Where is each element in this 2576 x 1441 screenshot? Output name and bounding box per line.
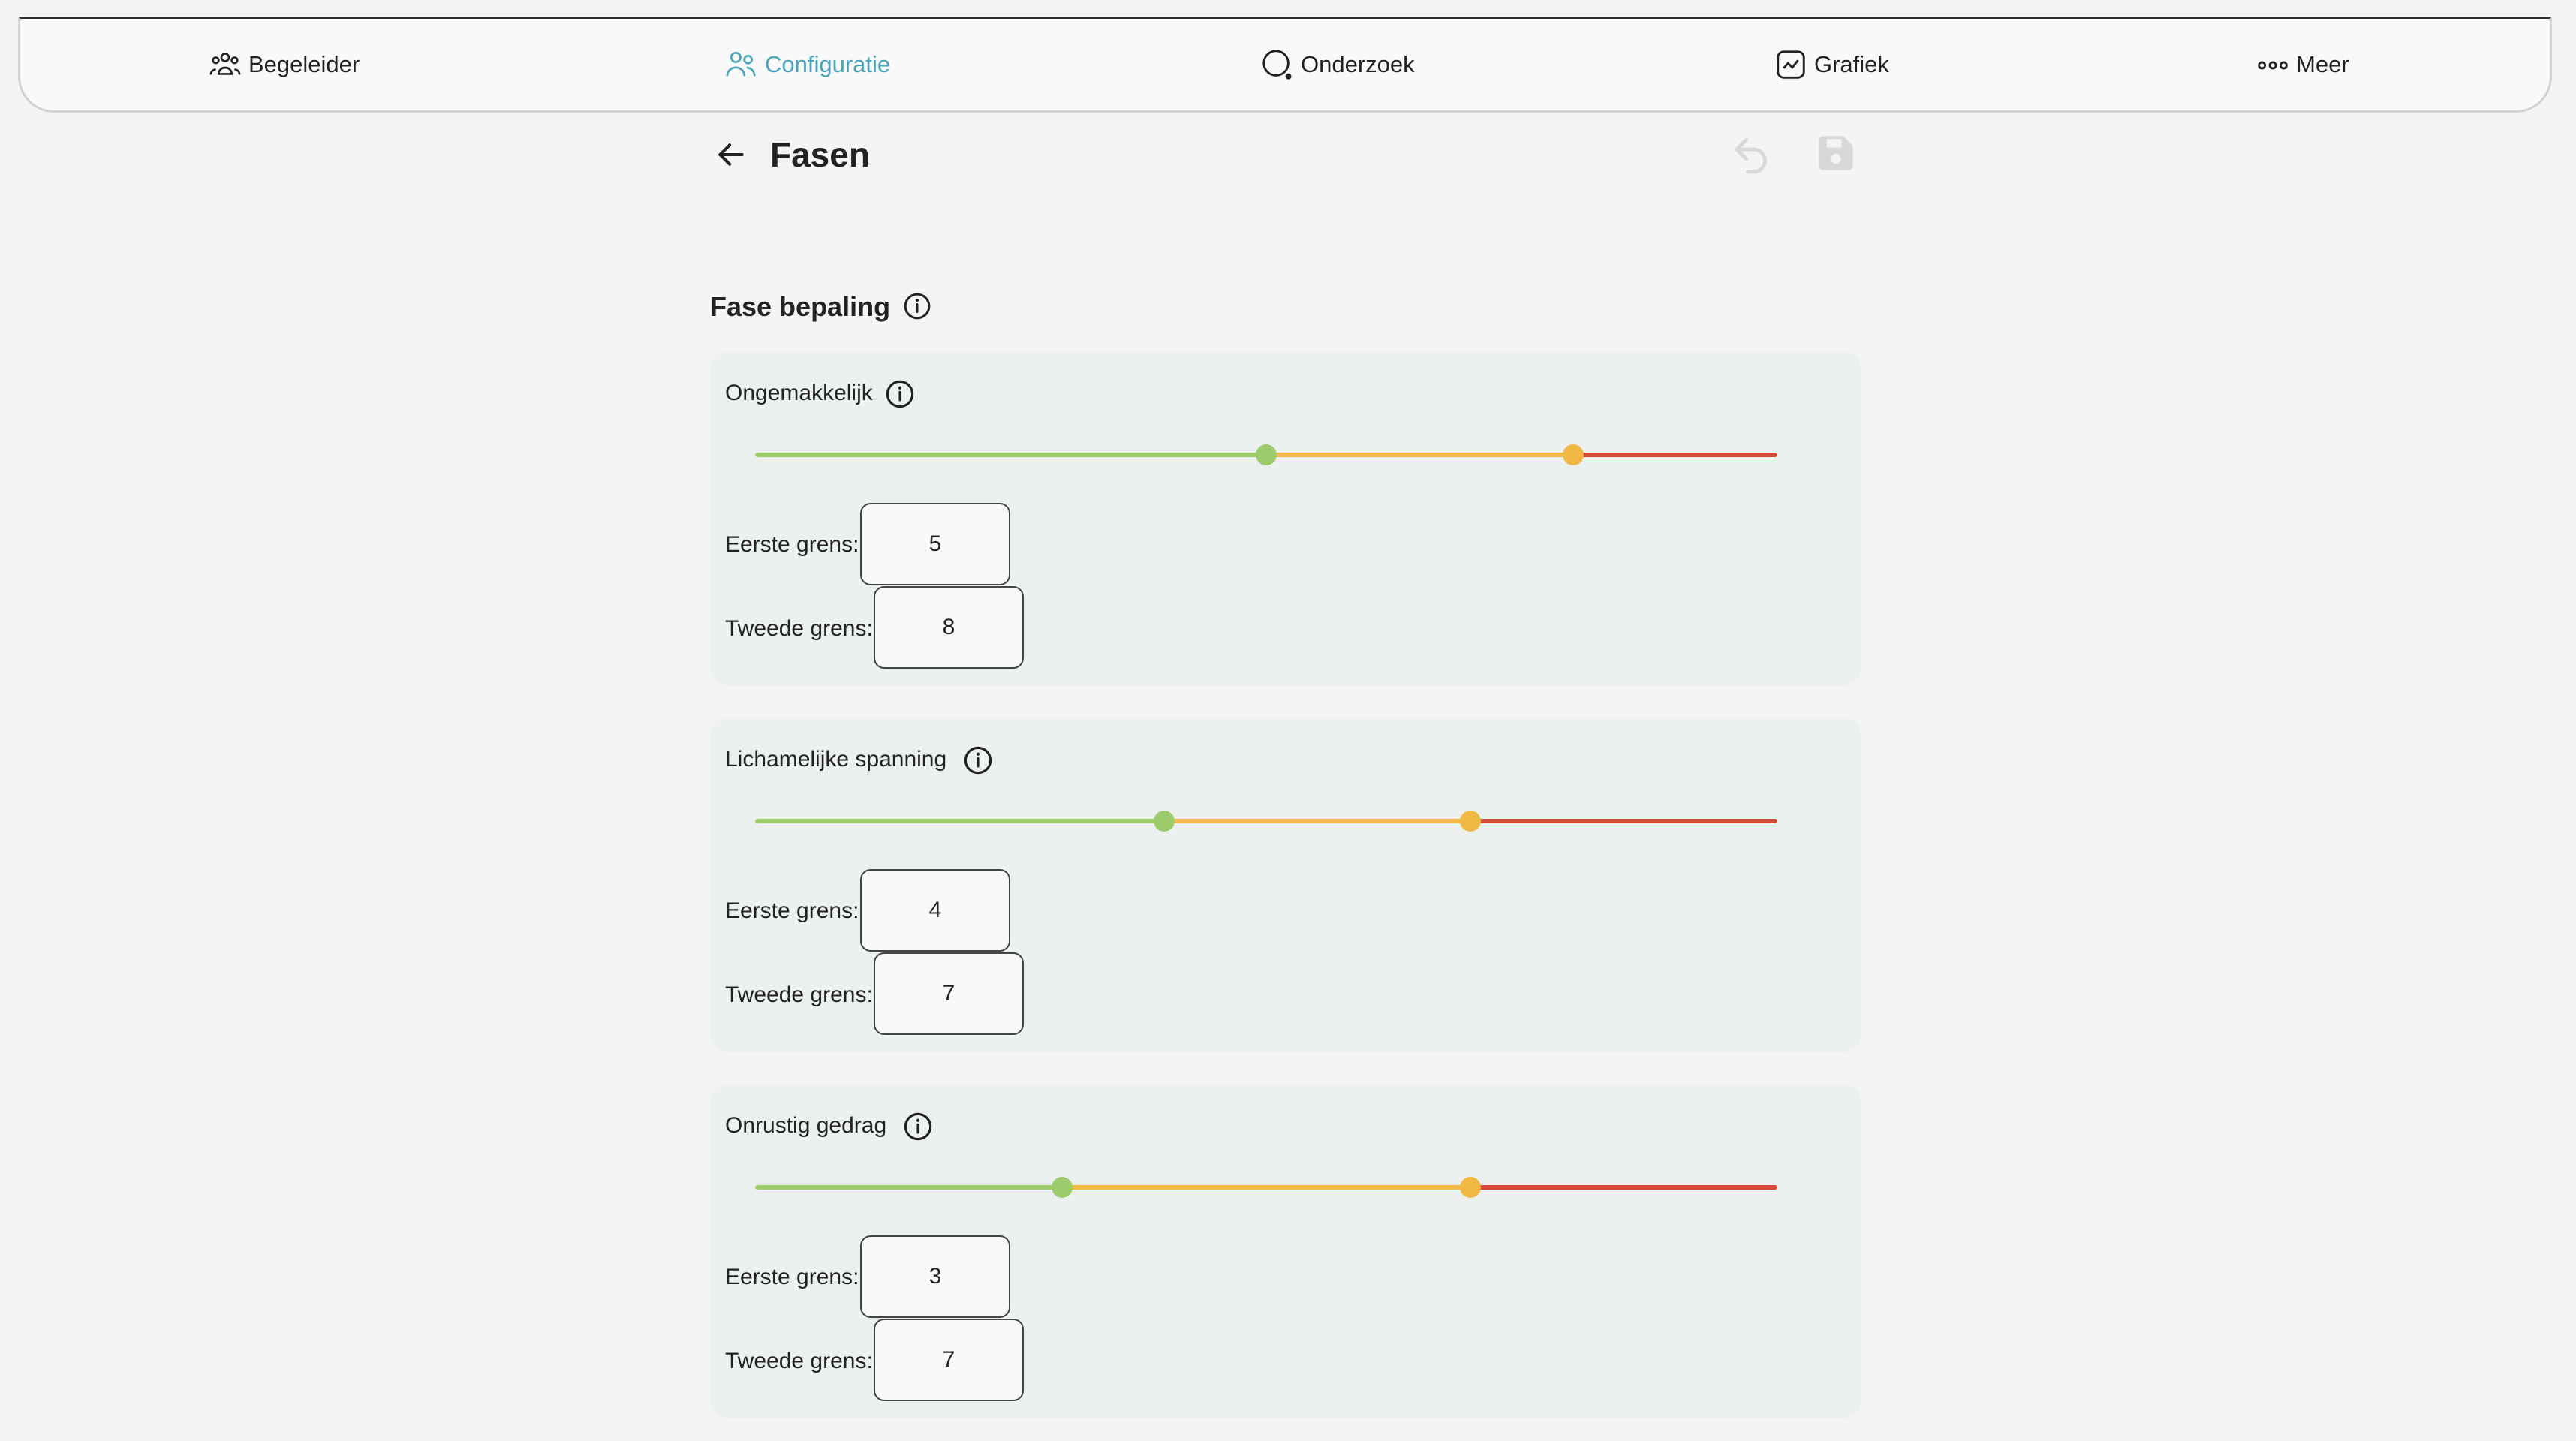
top-navigation: Begeleider Configuratie Onderzoek Grafie… [18, 17, 2552, 113]
slider-segment-green [755, 1185, 1062, 1190]
save-icon [1819, 136, 1853, 170]
section-title: Fase bepaling [710, 291, 891, 322]
slider-segment-green [755, 819, 1164, 823]
slider-thumb-first[interactable] [1051, 1177, 1073, 1198]
nav-label-grafiek: Grafiek [1814, 51, 1889, 77]
first-threshold-input[interactable] [860, 503, 1010, 585]
save-button[interactable] [1813, 131, 1858, 176]
nav-label-meer: Meer [2296, 51, 2349, 77]
more-dots-icon [2258, 61, 2288, 70]
info-icon[interactable] [902, 291, 932, 321]
first-threshold-input[interactable] [860, 869, 1010, 952]
nav-item-meer[interactable]: Meer [2256, 19, 2349, 110]
second-threshold-input[interactable] [874, 1319, 1024, 1401]
fasen-page: Begeleider Configuratie Onderzoek Grafie… [0, 0, 2576, 1441]
slider-segment-orange [1163, 819, 1471, 823]
undo-button[interactable] [1729, 131, 1774, 176]
nav-item-begeleider[interactable]: Begeleider [208, 19, 360, 110]
nav-label-begeleider: Begeleider [248, 51, 360, 77]
slider-thumb-first[interactable] [1256, 444, 1277, 465]
first-threshold-label: Eerste grens: [725, 1265, 859, 1289]
nav-label-configuratie: Configuratie [765, 51, 891, 77]
threshold-slider[interactable] [755, 811, 1777, 832]
threshold-slider[interactable] [755, 444, 1777, 465]
undo-icon [1735, 138, 1767, 174]
second-threshold-label: Tweede grens: [725, 982, 873, 1007]
slider-thumb-second[interactable] [1460, 1177, 1482, 1198]
slider-segment-orange [1266, 453, 1573, 457]
nav-label-onderzoek: Onderzoek [1301, 51, 1415, 77]
phase-card-lichamelijke-spanning: Lichamelijke spanning Eerste grens: Twee… [710, 717, 1861, 1052]
users-icon [726, 51, 756, 77]
second-threshold-input[interactable] [874, 586, 1024, 669]
second-threshold-label: Tweede grens: [725, 1349, 873, 1373]
threshold-slider[interactable] [755, 1177, 1777, 1198]
card-label: Ongemakkelijk [725, 381, 873, 405]
nav-item-configuratie[interactable]: Configuratie [724, 19, 890, 110]
card-label: Lichamelijke spanning [725, 747, 947, 772]
card-label: Onrustig gedrag [725, 1113, 887, 1138]
info-icon[interactable] [884, 378, 916, 410]
slider-thumb-second[interactable] [1562, 444, 1584, 465]
info-icon[interactable] [902, 1111, 934, 1142]
arrow-left-icon [718, 143, 744, 166]
users-group-icon [209, 53, 241, 75]
info-icon[interactable] [962, 745, 994, 776]
slider-thumb-first[interactable] [1153, 811, 1175, 832]
slider-segment-green [755, 453, 1266, 457]
slider-segment-orange [1061, 1185, 1471, 1190]
slider-thumb-second[interactable] [1460, 811, 1482, 832]
phase-card-onrustig-gedrag: Onrustig gedrag Eerste grens: Tweede gre… [710, 1084, 1861, 1418]
nav-item-onderzoek[interactable]: Onderzoek [1260, 19, 1415, 110]
nav-item-grafiek[interactable]: Grafiek [1774, 19, 1889, 110]
second-threshold-input[interactable] [874, 952, 1024, 1035]
page-title: Fasen [770, 135, 870, 174]
slider-segment-red [1470, 1185, 1777, 1190]
chart-icon [1777, 50, 1805, 79]
phase-card-ongemakkelijk: Ongemakkelijk Eerste grens: Tweede grens… [710, 351, 1861, 686]
slider-segment-red [1572, 453, 1777, 457]
second-threshold-label: Tweede grens: [725, 616, 873, 641]
first-threshold-label: Eerste grens: [725, 898, 859, 923]
search-icon [1262, 50, 1292, 80]
slider-segment-red [1470, 819, 1777, 823]
first-threshold-input[interactable] [860, 1235, 1010, 1318]
first-threshold-label: Eerste grens: [725, 532, 859, 557]
back-button[interactable] [710, 134, 752, 176]
